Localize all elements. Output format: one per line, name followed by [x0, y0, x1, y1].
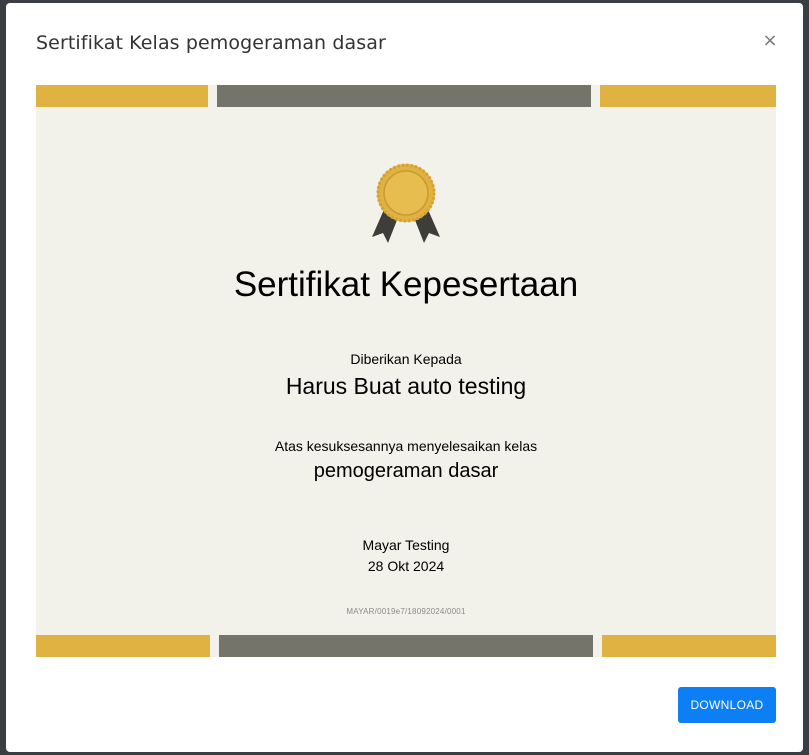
- close-icon: ×: [762, 30, 778, 51]
- recipient-name: Harus Buat auto testing: [285, 373, 527, 399]
- certificate-heading: Sertifikat Kepesertaan: [233, 265, 579, 304]
- bottom-gray-bar: [219, 635, 593, 657]
- close-button[interactable]: ×: [758, 29, 782, 53]
- given-to-label: Diberikan Kepada: [350, 351, 462, 367]
- top-gold-bar-right: [600, 85, 776, 107]
- certificate-modal: Sertifikat Kelas pemogeraman dasar × Ser…: [6, 3, 803, 752]
- certificate-date: 28 Okt 2024: [367, 558, 445, 574]
- download-button[interactable]: DOWNLOAD: [678, 687, 776, 723]
- award-ribbon-icon: [372, 163, 440, 243]
- bottom-gold-bar-left: [36, 635, 210, 657]
- issuer-name: Mayar Testing: [362, 537, 450, 553]
- top-gray-bar: [217, 85, 591, 107]
- certificate-preview: Sertifikat Kepesertaan Diberikan Kepada …: [36, 85, 776, 657]
- bottom-gold-bar-right: [602, 635, 776, 657]
- certificate-code: MAYAR/0019e7/18092024/0001: [346, 607, 466, 616]
- modal-title: Sertifikat Kelas pemogeraman dasar: [36, 32, 386, 54]
- success-text: Atas kesuksesannya menyelesaikan kelas: [274, 438, 538, 454]
- top-gold-bar-left: [36, 85, 208, 107]
- class-name: pemogeraman dasar: [313, 460, 499, 482]
